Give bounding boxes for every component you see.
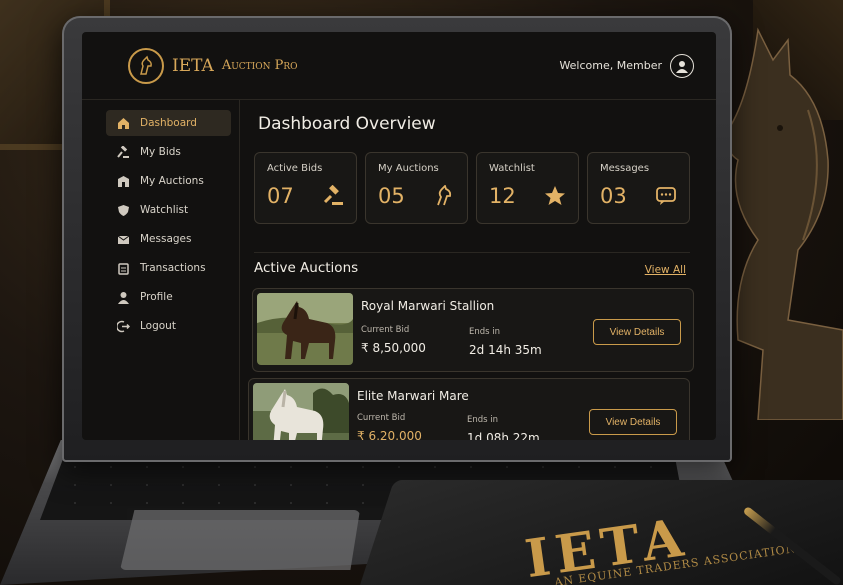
stat-label: Active Bids bbox=[267, 163, 323, 174]
shield-icon bbox=[116, 203, 130, 217]
app-screen: IETA Auction Pro Welcome, Member Dashboa… bbox=[82, 32, 716, 440]
logo-subtitle: Auction Pro bbox=[221, 58, 298, 73]
logo-title: IETA bbox=[172, 55, 214, 76]
auction-title[interactable]: Royal Marwari Stallion bbox=[361, 299, 494, 313]
stat-label: My Auctions bbox=[378, 163, 439, 174]
stat-card-active-bids[interactable]: Active Bids 07 bbox=[254, 152, 357, 224]
ends-in-value: 2d 14h 35m bbox=[469, 343, 542, 357]
active-auctions-heading: Active Auctions bbox=[254, 260, 359, 276]
sidebar-item-logout[interactable]: Logout bbox=[106, 313, 231, 339]
user-menu[interactable]: Welcome, Member bbox=[559, 53, 694, 78]
sidebar: Dashboard My Bids My Auctions Watchlist … bbox=[82, 100, 240, 440]
star-icon bbox=[544, 185, 566, 211]
ends-in-label: Ends in bbox=[469, 327, 501, 337]
chat-icon bbox=[655, 185, 677, 211]
sidebar-item-label: Messages bbox=[140, 233, 192, 245]
stats-row: Active Bids 07 My Auctions 05 Watchlist … bbox=[254, 152, 690, 224]
stat-card-my-auctions[interactable]: My Auctions 05 bbox=[365, 152, 468, 224]
sidebar-item-watchlist[interactable]: Watchlist bbox=[106, 197, 231, 223]
auction-card: Royal Marwari Stallion Current Bid ₹ 8,5… bbox=[252, 288, 694, 372]
sidebar-item-my-bids[interactable]: My Bids bbox=[106, 139, 231, 165]
sidebar-item-label: My Auctions bbox=[140, 175, 204, 187]
sidebar-item-transactions[interactable]: Transactions bbox=[106, 255, 231, 281]
main-content: Dashboard Overview Active Bids 07 My Auc… bbox=[248, 100, 704, 440]
ends-in-label: Ends in bbox=[467, 415, 499, 425]
logout-icon bbox=[116, 319, 130, 333]
avatar-icon[interactable] bbox=[670, 53, 694, 78]
current-bid-value: ₹ 8,50,000 bbox=[361, 341, 426, 355]
sidebar-item-label: Logout bbox=[140, 320, 176, 332]
view-details-button[interactable]: View Details bbox=[589, 409, 677, 435]
auction-thumbnail[interactable] bbox=[257, 293, 353, 365]
sidebar-item-messages[interactable]: Messages bbox=[106, 226, 231, 252]
horse-statue bbox=[726, 27, 843, 420]
stat-card-messages[interactable]: Messages 03 bbox=[587, 152, 690, 224]
sidebar-item-label: Profile bbox=[140, 291, 173, 303]
laptop-trackpad bbox=[120, 510, 360, 570]
sidebar-item-profile[interactable]: Profile bbox=[106, 284, 231, 310]
current-bid-value: ₹ 6,20,000 bbox=[357, 429, 422, 440]
gavel-icon bbox=[322, 184, 344, 211]
home-icon bbox=[116, 116, 130, 130]
auction-title[interactable]: Elite Marwari Mare bbox=[357, 389, 469, 403]
view-details-button[interactable]: View Details bbox=[593, 319, 681, 345]
auction-thumbnail[interactable] bbox=[253, 383, 349, 440]
ends-in-value: 1d 08h 22m bbox=[467, 431, 540, 440]
app-header: IETA Auction Pro Welcome, Member bbox=[82, 32, 716, 100]
horse-logo-icon bbox=[128, 47, 164, 84]
app-logo[interactable]: IETA Auction Pro bbox=[128, 47, 298, 84]
current-bid-label: Current Bid bbox=[357, 413, 406, 423]
auction-card: Elite Marwari Mare Current Bid ₹ 6,20,00… bbox=[248, 378, 690, 440]
sidebar-item-label: Watchlist bbox=[140, 204, 189, 216]
user-icon bbox=[116, 290, 130, 304]
page-title: Dashboard Overview bbox=[258, 114, 436, 134]
sidebar-item-label: Transactions bbox=[140, 262, 206, 274]
sidebar-item-label: My Bids bbox=[140, 146, 181, 158]
stat-card-watchlist[interactable]: Watchlist 12 bbox=[476, 152, 579, 224]
stat-label: Watchlist bbox=[489, 163, 535, 174]
welcome-text: Welcome, Member bbox=[559, 59, 662, 72]
horse-icon bbox=[433, 184, 455, 211]
gavel-icon bbox=[116, 145, 130, 159]
stat-label: Messages bbox=[600, 163, 650, 174]
section-divider bbox=[254, 252, 690, 253]
sidebar-item-dashboard[interactable]: Dashboard bbox=[106, 110, 231, 136]
view-all-link[interactable]: View All bbox=[645, 264, 686, 276]
sidebar-item-my-auctions[interactable]: My Auctions bbox=[106, 168, 231, 194]
mail-icon bbox=[116, 232, 130, 246]
current-bid-label: Current Bid bbox=[361, 325, 410, 335]
building-icon bbox=[116, 174, 130, 188]
clipboard-icon bbox=[116, 261, 130, 275]
sidebar-item-label: Dashboard bbox=[140, 117, 197, 129]
